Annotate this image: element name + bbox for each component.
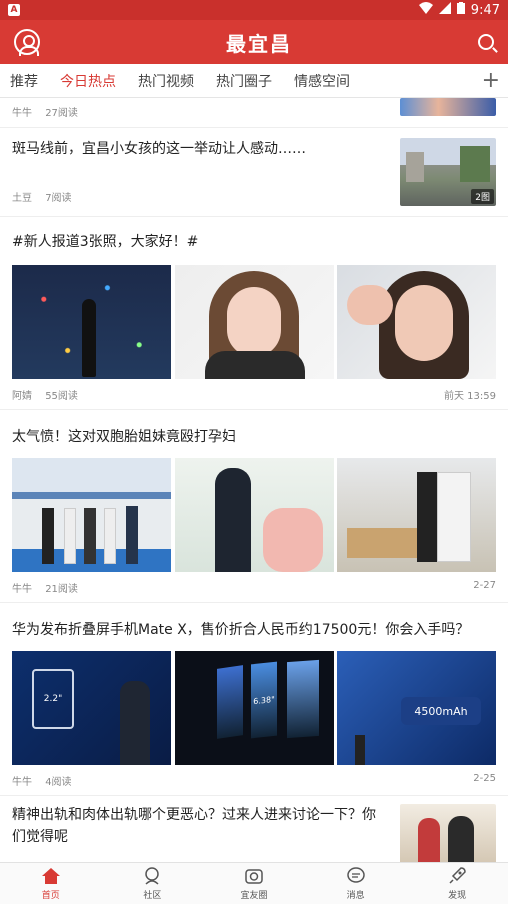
item-time: 2-27 — [473, 580, 496, 591]
list-item[interactable]: 华为发布折叠屏手机Mate X，售价折合人民币约17500元！你会入手吗？ 2.… — [0, 603, 508, 796]
item-reads: 4阅读 — [45, 777, 72, 788]
rocket-icon — [449, 867, 466, 884]
notification-icon: A — [8, 4, 20, 16]
nav-community[interactable]: 社区 — [122, 866, 182, 901]
item-image — [174, 265, 334, 379]
item-thumbnail — [400, 98, 496, 116]
device-label: 2.2" — [32, 669, 74, 729]
list-item[interactable]: 精神出轨和肉体出轨哪个更恶心？过来人进来讨论一下？你们觉得呢 — [0, 796, 508, 862]
item-reads: 21阅读 — [45, 584, 78, 595]
item-title: 太气愤！这对双胞胎姐妹竟殴打孕妇 — [12, 429, 236, 445]
tab-hot-circle[interactable]: 热门圈子 — [214, 63, 274, 99]
nav-messages-label: 消息 — [346, 891, 365, 901]
item-title: 斑马线前，宜昌小女孩的这一举动让人感动…… — [12, 141, 306, 157]
item-image — [174, 458, 334, 572]
item-time: 2-25 — [473, 773, 496, 784]
item-author: 牛牛 — [12, 584, 32, 595]
item-reads: 27阅读 — [45, 108, 78, 119]
item-image — [337, 265, 496, 379]
camera-icon — [245, 869, 263, 884]
device-label: 6.38" — [250, 661, 277, 739]
item-image — [12, 458, 171, 572]
item-time: 前天 13:59 — [444, 391, 496, 402]
signal-icon — [438, 2, 451, 18]
list-item[interactable]: 牛牛 27阅读 — [0, 98, 508, 128]
nav-friends-circle[interactable]: 宜友圈 — [224, 866, 284, 901]
app-header: 最宜昌 — [0, 20, 508, 64]
search-icon[interactable] — [478, 34, 494, 50]
app-title: 最宜昌 — [226, 31, 292, 56]
item-thumbnail: 2图 — [400, 138, 496, 206]
nav-messages[interactable]: 消息 — [326, 866, 386, 901]
item-image: 6.38" — [174, 651, 334, 765]
item-thumbnail — [400, 804, 496, 862]
item-title: 华为发布折叠屏手机Mate X，售价折合人民币约17500元！你会入手吗？ — [12, 622, 470, 638]
list-item[interactable]: 斑马线前，宜昌小女孩的这一举动让人感动…… 土豆 7阅读 2图 — [0, 128, 508, 217]
item-image: 2.2" — [12, 651, 171, 765]
user-icon[interactable] — [14, 29, 40, 56]
news-feed[interactable]: 牛牛 27阅读 斑马线前，宜昌小女孩的这一举动让人感动…… 土豆 7阅读 2图 … — [0, 98, 508, 862]
add-tab-icon[interactable]: + — [482, 69, 500, 92]
item-image — [337, 458, 496, 572]
item-author: 牛牛 — [12, 777, 32, 788]
list-item[interactable]: 太气愤！这对双胞胎姐妹竟殴打孕妇 牛牛 21阅读 2-27 — [0, 410, 508, 603]
item-reads: 55阅读 — [45, 391, 78, 402]
community-icon — [145, 867, 160, 885]
nav-home[interactable]: 首页 — [21, 866, 81, 901]
item-author: 牛牛 — [12, 108, 32, 119]
item-reads: 7阅读 — [45, 193, 72, 204]
nav-community-label: 社区 — [143, 891, 162, 901]
tab-hot-video[interactable]: 热门视频 — [136, 63, 196, 99]
category-tabs: 推荐 今日热点 热门视频 热门圈子 情感空间 + — [0, 64, 508, 98]
nav-home-label: 首页 — [41, 891, 60, 901]
home-icon — [41, 868, 60, 884]
nav-discover[interactable]: 发现 — [427, 866, 487, 901]
list-item[interactable]: #新人报道3张照，大家好！# 阿婧 55阅读 前天 13:59 — [0, 217, 508, 410]
item-author: 土豆 — [12, 193, 32, 204]
item-image — [12, 265, 171, 379]
chat-bubble-icon — [346, 867, 365, 883]
item-author: 阿婧 — [12, 391, 32, 402]
item-title: 精神出轨和肉体出轨哪个更恶心？过来人进来讨论一下？你们觉得呢 — [12, 807, 376, 845]
item-title: #新人报道3张照，大家好！# — [12, 234, 199, 250]
tab-today-hot[interactable]: 今日热点 — [58, 63, 118, 99]
image-count-badge: 2图 — [471, 189, 494, 204]
nav-discover-label: 发现 — [448, 891, 467, 901]
tab-emotion[interactable]: 情感空间 — [292, 63, 352, 99]
battery-icon — [456, 2, 465, 18]
wifi-icon — [418, 2, 433, 18]
status-time: 9:47 — [470, 2, 500, 18]
nav-friends-circle-label: 宜友圈 — [240, 891, 268, 901]
item-image: 4500mAh — [337, 651, 496, 765]
tab-recommend[interactable]: 推荐 — [8, 63, 40, 99]
battery-label: 4500mAh — [401, 697, 481, 725]
bottom-navigation: 首页 社区 宜友圈 消息 发现 — [0, 862, 508, 904]
status-bar: A 9:47 — [0, 0, 508, 20]
